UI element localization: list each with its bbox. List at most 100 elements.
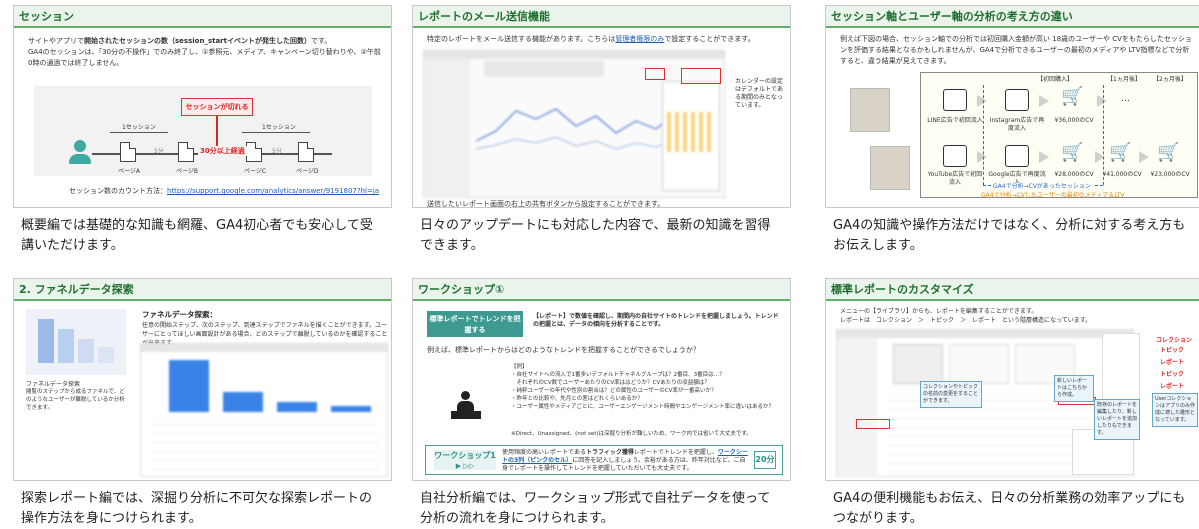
gap-label: 5分 (154, 148, 164, 155)
example-line: 【例】 (511, 364, 528, 370)
workshop-tag: ワークショップ1 ▶ ▷▷ (434, 450, 496, 470)
example-line: ・自社サイトへの流入で1番多いデフォルトチャネルグループは？2番目、3番目は…？ (511, 372, 725, 378)
slide-thumbnail[interactable]: セッション軸とユーザー軸の分析の考え方の違い 例えば下図の場合、セッション軸での… (825, 5, 1199, 208)
slide-title: 2. ファネルデータ探索 (19, 283, 134, 296)
step-label: ¥36,000のCV (1054, 117, 1094, 124)
callout: 新しいレポートはこちらから作成。 (1054, 375, 1094, 402)
user-photo-1 (850, 88, 890, 132)
gap-label-long: 30分以上経過 (198, 146, 247, 156)
col-header: 【2ヵ月後】 (1153, 76, 1187, 83)
topic-label: トピック (1160, 347, 1185, 354)
slide-body-text: メニューの【ライブラリ】からも、レポートを編集することができます。 レポートは … (840, 307, 1091, 325)
screenshot-line-chart (476, 108, 676, 150)
card-mail-report: レポートのメール送信機能 特定のレポートをメール送信する機能があります。こちらは… (412, 5, 791, 256)
support-link[interactable]: https://support.google.com/analytics/ans… (167, 187, 379, 195)
text-segment: GA4のセッションは、「30分の不操作」でのみ終了し、①参照元、メディア、キャン… (28, 48, 381, 67)
user-photo-2 (870, 146, 910, 190)
step-label: LINE広告で初回流入 (927, 117, 983, 124)
arrow-icon (1139, 151, 1149, 163)
document-icon (1005, 145, 1029, 167)
slide-header: セッション軸とユーザー軸の分析の考え方の違い (826, 6, 1199, 28)
slide-header: 標準レポートのカスタマイズ (826, 279, 1199, 301)
teacher-icon (451, 391, 481, 419)
monitor-icon (943, 145, 967, 167)
screenshot-card (949, 344, 1009, 384)
card-funnel-exploration: 2. ファネルデータ探索 ファネルデータ探索 閲覧のステップから成るファネルで、… (13, 278, 392, 529)
card-report-customize: 標準レポートのカスタマイズ メニューの【ライブラリ】からも、レポートを編集するこ… (825, 278, 1199, 529)
step-label: YouTube広告で初回流入 (927, 171, 983, 186)
page-label: ページD (296, 168, 319, 175)
cart-icon: 🛒 (1157, 142, 1180, 163)
page-label: ページC (244, 168, 267, 175)
funnel-bar (98, 347, 114, 363)
text-segment: 使用頻度の高いレポートである (502, 449, 586, 456)
library-highlight[interactable] (856, 419, 890, 429)
email-option-highlight[interactable] (681, 68, 721, 84)
workshop-label: ワークショップ1 (434, 451, 496, 460)
slide-thumbnail[interactable]: レポートのメール送信機能 特定のレポートをメール送信する機能があります。こちらは… (412, 5, 791, 208)
card-session-vs-user: セッション軸とユーザー軸の分析の考え方の違い 例えば下図の場合、セッション軸での… (825, 5, 1199, 256)
text-line: メニューの【ライブラリ】からも、レポートを編集することができます。 (840, 308, 1038, 315)
slide-thumbnail[interactable]: ワークショップ① 標準レポートでトレンドを把握する 【レポート】で数値を確認し、… (412, 278, 791, 481)
play-icon: ▶ ▷▷ (455, 462, 475, 470)
funnel-bar (277, 402, 317, 412)
slide-title: セッション (19, 10, 74, 23)
slide-thumbnail[interactable]: 2. ファネルデータ探索 ファネルデータ探索 閲覧のステップから成るファネルで、… (13, 278, 392, 481)
text-segment: レポートでトレンドを把握し、 (633, 449, 718, 456)
arrow-icon (977, 151, 987, 163)
screenshot-toolbar (837, 330, 1133, 338)
screenshot-toolbar (141, 344, 387, 352)
bottom-note: 送信したいレポート画面の右上の共有ボタンから設定することができます。 (427, 200, 665, 208)
callout: 既存のレポートを編集したり、新しいレポートを追加したりもできます。 (1094, 399, 1140, 440)
callout: Userコレクションはアプリのみ作成に適した雛形となっています。 (1152, 393, 1198, 427)
step-label: ¥41,000のCV (1102, 171, 1142, 178)
step-label: Instagram広告で再度流入 (989, 117, 1045, 132)
cart-icon: 🛒 (1061, 142, 1084, 163)
count-method: セッション数のカウント方法：https://support.google.com… (69, 186, 379, 196)
session-diagram: セッションが切れる 1セッション 1セッション 5分 30分以上経過 5分 ペー… (34, 86, 372, 176)
example-line: それぞれのCV数でユーザーあたりのCV率ははどうか？CVあたりの収益額は？ (511, 380, 710, 386)
workshop-text: 使用頻度の高いレポートであるトラフィック獲得レポートでトレンドを把握し、ワークシ… (502, 449, 748, 473)
smartphone-icon (1005, 89, 1029, 111)
card-caption: 探索レポート編では、深掘り分析に不可欠な探索レポートの操作方法を身につけられます… (21, 491, 373, 526)
screenshot-toolbar (424, 51, 724, 59)
card-workshop: ワークショップ① 標準レポートでトレンドを把握する 【レポート】で数値を確認し、… (412, 278, 791, 529)
page-label: ページA (118, 168, 140, 175)
funnel-bar (169, 360, 209, 412)
text-segment: で設定することができます。 (664, 35, 755, 43)
session-bracket (983, 85, 984, 185)
slide-title: セッション軸とユーザー軸の分析の考え方の違い (831, 10, 1073, 23)
calendar-note: カレンダーの設定はデフォルトである期間のみとなっています。 (735, 78, 784, 109)
slide-body-text: 特定のレポートをメール送信する機能があります。こちらは管理者権限のみで設定するこ… (427, 34, 787, 45)
slide-thumbnail[interactable]: セッション サイトやアプリで開始されたセッションの数（session_start… (13, 5, 392, 208)
card-caption: 自社分析編では、ワークショップ形式で自社データを使って分析の流れを身につけられま… (420, 491, 771, 526)
workshop-banner: 標準レポートでトレンドを把握する (427, 311, 523, 337)
share-button-highlight[interactable] (645, 68, 665, 80)
slide-thumbnail[interactable]: 標準レポートのカスタマイズ メニューの【ライブラリ】からも、レポートを編集するこ… (825, 278, 1199, 481)
funnel-bar (58, 329, 74, 363)
card-caption: 日々のアップデートにも対応した内容で、最新の知識を習得できます。 (420, 218, 771, 253)
note: ※Direct、Unassigned、(not set)は深掘り分析が難しいため… (511, 431, 752, 437)
screenshot-cards (484, 61, 604, 77)
arrow-icon (1039, 151, 1049, 163)
funnel-heading: ファネルデータ探索： (142, 310, 217, 319)
card-caption: GA4の便利機能もお伝え、日々の分析業務の効率アップにもつながります。 (833, 491, 1186, 526)
col-header: 【1ヵ月後】 (1107, 76, 1141, 83)
admin-link[interactable]: 管理者権限のみ (615, 35, 664, 43)
slide-header: ワークショップ① (413, 279, 790, 301)
slide-body-text: サイトやアプリで開始されたセッションの数（session_startイベントが発… (28, 36, 383, 69)
collection-label: コレクション (1156, 337, 1193, 344)
col-header: 【初回購入】 (1037, 76, 1074, 83)
arrow-icon (1097, 95, 1107, 107)
cart-icon: 🛒 (1109, 142, 1132, 163)
text-segment: です。 (310, 37, 332, 45)
topic-label: トピック (1160, 371, 1185, 378)
arrow-icon (977, 95, 987, 107)
page-label: ページB (176, 168, 198, 175)
bracket-line (242, 132, 310, 133)
slide-header: 2. ファネルデータ探索 (14, 279, 391, 301)
screenshot-card (893, 344, 943, 384)
funnel-thumbnail (26, 309, 126, 375)
text-line: レポートは コレクション ＞ トピック ＞ レポート という階層構造になっていま… (840, 317, 1092, 324)
smartphone-icon (943, 89, 967, 111)
